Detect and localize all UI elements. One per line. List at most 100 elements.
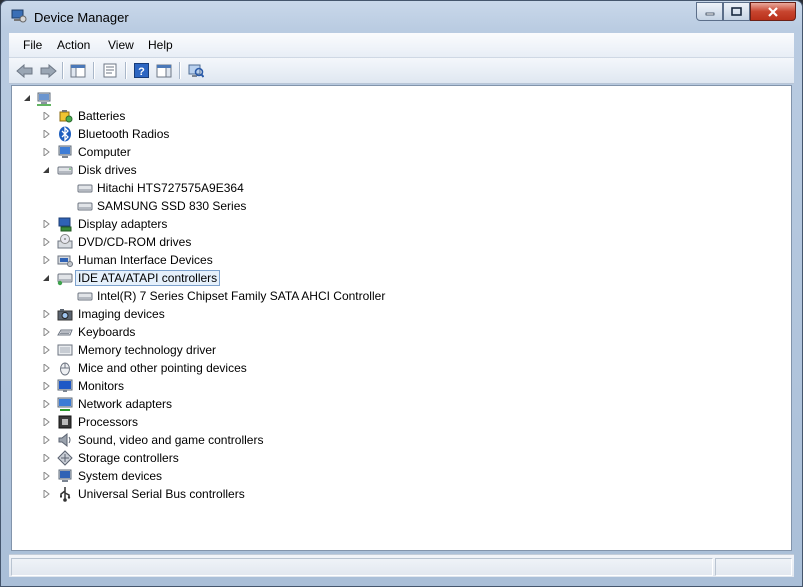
device-manager-window: Device Manager File Action View Help ? B… xyxy=(0,0,803,587)
expand-arrow-icon[interactable] xyxy=(43,490,50,498)
expand-arrow-icon[interactable] xyxy=(43,436,50,444)
bluetooth-icon xyxy=(59,126,71,142)
device-icon xyxy=(77,184,93,193)
tree-item-label: Universal Serial Bus controllers xyxy=(78,487,245,501)
ide-controller-icon xyxy=(57,273,73,286)
battery-icon xyxy=(59,110,73,123)
tree-item-label: Imaging devices xyxy=(78,307,165,321)
menu-view[interactable]: View xyxy=(108,38,134,52)
collapse-arrow-icon[interactable] xyxy=(43,166,50,174)
hid-icon xyxy=(57,255,73,267)
back-button[interactable] xyxy=(15,61,35,80)
status-bar xyxy=(9,554,794,577)
tree-device-label: Intel(R) 7 Series Chipset Family SATA AH… xyxy=(97,289,386,303)
show-hide-console-tree-icon xyxy=(70,64,86,77)
expand-arrow-icon[interactable] xyxy=(43,346,50,354)
scan-hardware-changes-icon xyxy=(188,64,204,78)
tree-item-label: Computer xyxy=(78,145,131,159)
expand-arrow-icon[interactable] xyxy=(43,148,50,156)
collapse-arrow-icon[interactable] xyxy=(43,274,50,282)
tree-item-label: Human Interface Devices xyxy=(78,253,213,267)
expand-arrow-icon[interactable] xyxy=(43,418,50,426)
tree-item-label: IDE ATA/ATAPI controllers xyxy=(74,270,221,286)
close-icon xyxy=(768,6,778,17)
status-segment-main xyxy=(11,558,713,576)
forward-button[interactable] xyxy=(38,61,58,80)
tree-item-label: DVD/CD-ROM drives xyxy=(78,235,192,249)
window-title: Device Manager xyxy=(34,10,129,25)
minimize-icon xyxy=(705,12,714,15)
storage-controller-icon xyxy=(57,450,73,466)
tree-item-label: Display adapters xyxy=(78,217,168,231)
camera-icon xyxy=(57,309,73,321)
svg-text:?: ? xyxy=(138,66,145,78)
status-segment-right xyxy=(715,558,792,576)
forward-icon xyxy=(40,63,57,78)
computer-icon xyxy=(58,145,72,158)
mouse-icon xyxy=(60,362,70,376)
tree-item-label: Monitors xyxy=(78,379,125,393)
tree-item-label: Memory technology driver xyxy=(78,343,217,357)
expand-arrow-icon[interactable] xyxy=(43,310,50,318)
tree-item-label: Batteries xyxy=(78,109,126,123)
tree-device-label: SAMSUNG SSD 830 Series xyxy=(97,199,247,213)
expand-arrow-icon[interactable] xyxy=(43,328,50,336)
device-icon xyxy=(77,292,93,301)
properties-icon xyxy=(103,63,117,78)
tree-item-label: Bluetooth Radios xyxy=(78,127,170,141)
tree-device-label: Hitachi HTS727575A9E364 xyxy=(97,181,244,195)
tree-item-label: Mice and other pointing devices xyxy=(78,361,247,375)
tree-item-label: Network adapters xyxy=(78,397,173,411)
speaker-icon xyxy=(58,432,71,448)
tree-item-label: Disk drives xyxy=(78,163,137,177)
monitor-icon xyxy=(57,379,73,392)
tree-item-label: Storage controllers xyxy=(78,451,179,465)
device-tree[interactable]: Batteries Bluetooth Radios Computer Disk dr… xyxy=(11,85,792,551)
tree-item-label: Keyboards xyxy=(78,325,136,339)
show-hide-action-pane-icon xyxy=(156,64,172,77)
menu-bar: File Action View Help xyxy=(9,33,794,58)
toolbar: ? xyxy=(9,58,794,84)
close-button[interactable] xyxy=(750,2,796,21)
device-icon xyxy=(77,202,93,211)
expand-arrow-icon[interactable] xyxy=(43,454,50,462)
title-bar[interactable]: Device Manager xyxy=(1,1,802,33)
usb-icon xyxy=(60,487,71,502)
menu-file[interactable]: File xyxy=(23,38,42,52)
expand-arrow-icon[interactable] xyxy=(43,472,50,480)
disk-drive-icon xyxy=(57,166,73,175)
tree-item-label: Sound, video and game controllers xyxy=(78,433,264,447)
processor-icon xyxy=(58,415,72,429)
help-icon: ? xyxy=(133,63,149,78)
collapse-arrow-icon[interactable] xyxy=(24,94,31,102)
memory-icon xyxy=(57,344,73,356)
menu-help[interactable]: Help xyxy=(148,38,173,52)
tree-item-label: Processors xyxy=(78,415,139,429)
device-manager-icon xyxy=(11,9,27,23)
expand-arrow-icon[interactable] xyxy=(43,220,50,228)
keyboard-icon xyxy=(57,329,73,336)
tree-item-label: System devices xyxy=(78,469,163,483)
show-hide-action-pane-button[interactable] xyxy=(154,61,174,80)
dvd-drive-icon xyxy=(57,234,73,249)
maximize-icon xyxy=(731,7,742,16)
minimize-button[interactable] xyxy=(696,2,723,21)
expand-arrow-icon[interactable] xyxy=(43,256,50,264)
network-adapter-icon xyxy=(57,397,73,411)
expand-arrow-icon[interactable] xyxy=(43,130,50,138)
properties-button[interactable] xyxy=(100,61,120,80)
expand-arrow-icon[interactable] xyxy=(43,112,50,120)
display-adapter-icon xyxy=(58,217,72,232)
help-button[interactable]: ? xyxy=(131,61,151,80)
maximize-button[interactable] xyxy=(723,2,750,21)
computer-root-icon xyxy=(37,92,51,106)
expand-arrow-icon[interactable] xyxy=(43,238,50,246)
expand-arrow-icon[interactable] xyxy=(43,364,50,372)
menu-action[interactable]: Action xyxy=(57,38,90,52)
expand-arrow-icon[interactable] xyxy=(43,400,50,408)
system-device-icon xyxy=(58,469,72,482)
show-hide-console-tree-button[interactable] xyxy=(68,61,88,80)
back-icon xyxy=(16,63,33,78)
expand-arrow-icon[interactable] xyxy=(43,382,50,390)
scan-hardware-changes-button[interactable] xyxy=(186,61,206,80)
